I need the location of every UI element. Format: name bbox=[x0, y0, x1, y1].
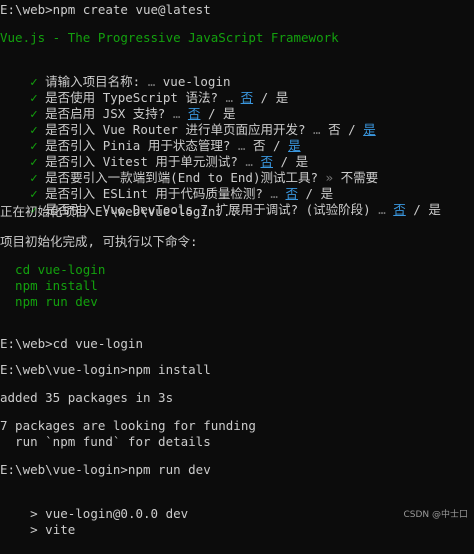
ellipsis: … bbox=[305, 122, 329, 137]
option-separator: / bbox=[253, 90, 276, 105]
option-yes: 是 bbox=[428, 202, 441, 217]
done-message: 项目初始化完成, 可执行以下命令: bbox=[0, 234, 198, 249]
watermark: CSDN @中士口 bbox=[403, 510, 468, 520]
question-pinia: ✓ 是否引入 Pinia 用于状态管理? … 否 / 是 bbox=[0, 122, 300, 153]
question-jsx: ✓ 是否启用 JSX 支持? … 否 / 是 bbox=[0, 90, 235, 121]
dev-output-line: > vite bbox=[0, 506, 75, 537]
funding-hint: run `npm fund` for details bbox=[0, 434, 211, 449]
question-e2e: ✓ 是否要引入一款端到端(End to End)测试工具? » 不需要 bbox=[0, 154, 378, 185]
option-yes: 是 bbox=[275, 90, 289, 105]
answer-text: 不需要 bbox=[340, 170, 379, 185]
install-result: added 35 packages in 3s bbox=[0, 390, 174, 405]
ellipsis: … bbox=[370, 202, 394, 217]
command-cd: cd vue-login bbox=[0, 262, 106, 277]
question-project-name: ✓ 请输入项目名称: … vue-login bbox=[0, 58, 230, 89]
chevron-right-icon: > bbox=[30, 522, 38, 537]
option-separator: / bbox=[340, 122, 364, 137]
question-eslint: ✓ 是否引入 ESLint 用于代码质量检测? … 否 / 是 bbox=[0, 170, 333, 201]
dev-output-text: vite bbox=[37, 522, 76, 537]
question-typescript: ✓ 是否使用 TypeScript 语法? … 否 / 是 bbox=[0, 74, 288, 105]
prompt-line: E:\web>cd vue-login bbox=[0, 336, 143, 351]
question-router: ✓ 是否引入 Vue Router 进行单页面应用开发? … 否 / 是 bbox=[0, 106, 376, 137]
command-dev: npm run dev bbox=[0, 294, 98, 309]
init-message: 正在初始化项目 E:\web\vue-login... bbox=[0, 204, 239, 219]
option-no: 否 bbox=[328, 122, 341, 137]
dev-output-line: > vue-login@0.0.0 dev bbox=[0, 490, 188, 521]
option-yes: 是 bbox=[363, 122, 376, 137]
prompt-line: E:\web\vue-login>npm run dev bbox=[0, 462, 211, 477]
command-install: npm install bbox=[0, 278, 98, 293]
option-no: 否 bbox=[393, 202, 406, 217]
prompt-line: E:\web>npm create vue@latest bbox=[0, 2, 211, 17]
question-vitest: ✓ 是否引入 Vitest 用于单元测试? … 否 / 是 bbox=[0, 138, 308, 169]
vue-banner: Vue.js - The Progressive JavaScript Fram… bbox=[0, 30, 339, 45]
option-no: 否 bbox=[240, 90, 254, 105]
option-separator: / bbox=[405, 202, 429, 217]
terminal-window[interactable]: E:\web>npm create vue@latest Vue.js - Th… bbox=[0, 0, 474, 537]
funding-message: 7 packages are looking for funding bbox=[0, 418, 256, 433]
question-devtools: ✓ 是否引入 Vue DevTools 7 扩展用于调试? (试验阶段) … 否… bbox=[0, 186, 441, 217]
prompt-line: E:\web\vue-login>npm install bbox=[0, 362, 211, 377]
